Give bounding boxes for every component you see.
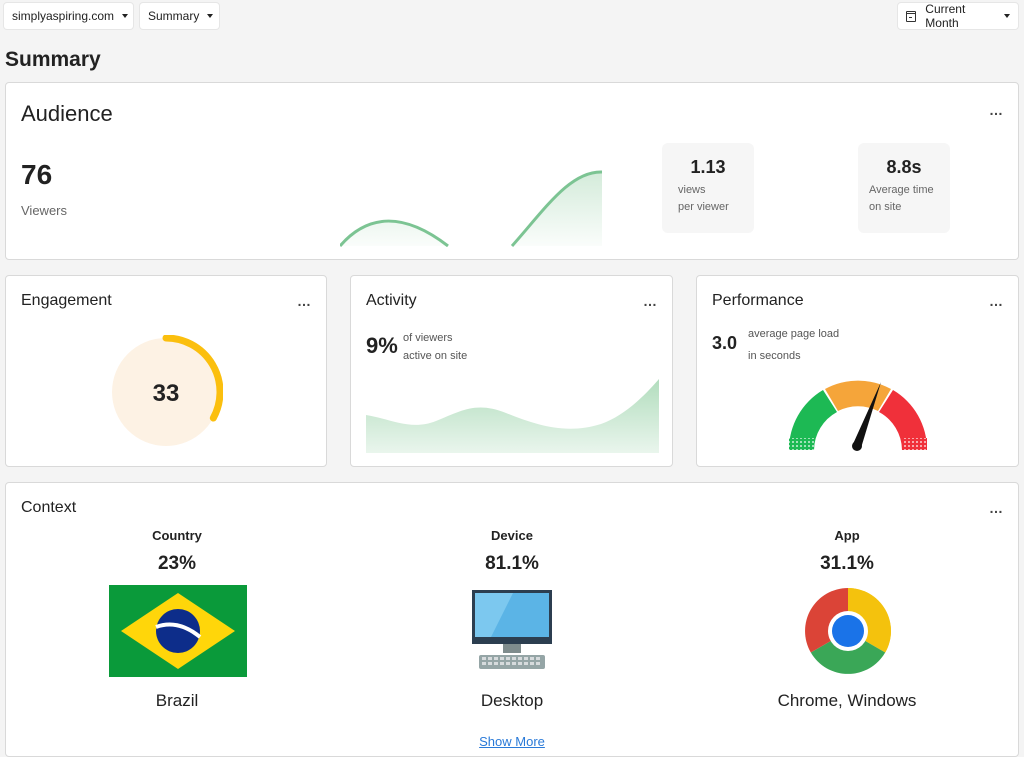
activity-card: Activity … 9% of viewers active on site [350,275,673,467]
context-title: Context [21,499,77,516]
chevron-down-icon [122,14,129,18]
chevron-down-icon [1004,14,1010,18]
views-per-viewer-box: 1.13 views per viewer [662,143,754,233]
context-app-heading: App [834,528,860,543]
context-more-button[interactable]: … [989,501,1004,515]
context-device-heading: Device [491,528,533,543]
audience-card: Audience … 76 Viewers 1.13 views per vie… [5,82,1019,260]
context-app: App 31.1% [717,528,977,577]
context-country-percent: 23% [157,553,197,574]
chrome-icon [805,588,891,674]
context-country: Country 23% [47,528,307,577]
views-per-viewer-label: views per viewer [678,182,750,216]
performance-more-button[interactable]: … [989,294,1004,308]
context-card: Context … Country 23% Brazil Device 81.1… [5,482,1019,757]
context-device: Device 81.1% [382,528,642,577]
performance-label: average page load in seconds [748,323,839,367]
audience-title: Audience [21,101,113,126]
performance-label-line2: in seconds [748,350,801,362]
activity-more-button[interactable]: … [643,294,658,308]
performance-card: Performance … 3.0 average page load in s… [696,275,1019,467]
engagement-gauge: 33 [112,335,223,446]
activity-label-line2: active on site [403,350,468,362]
activity-trend-chart [366,379,659,453]
chevron-down-icon [207,14,214,18]
performance-label-line1: average page load [748,328,840,340]
activity-percent: 9% [366,333,398,358]
period-dropdown[interactable]: Current Month [898,2,1018,30]
avg-time-label-line1: Average time [869,184,934,196]
viewers-value: 76 [21,159,53,190]
context-device-percent: 81.1% [485,553,539,574]
viewers-label: Viewers [21,203,68,218]
engagement-score: 33 [153,380,180,407]
desktop-icon [472,590,552,669]
audience-trend-chart [340,170,602,247]
engagement-card: Engagement … 33 [5,275,327,467]
site-dropdown-label: simplyaspiring.com [12,9,115,23]
activity-label-line1: of viewers [403,332,453,344]
avg-time-box: 8.8s Average time on site [858,143,950,233]
brazil-flag-icon [109,585,247,677]
context-country-heading: Country [152,528,202,543]
gauge-mid-segment [825,380,891,411]
view-dropdown-label: Summary [148,9,200,23]
show-more-link[interactable]: Show More [6,734,1018,749]
context-country-name: Brazil [155,691,199,710]
views-per-viewer-label-line1: views [678,184,706,196]
performance-gauge [788,380,928,451]
audience-more-button[interactable]: … [989,103,1004,117]
engagement-title: Engagement [21,292,112,309]
views-per-viewer-label-line2: per viewer [678,201,729,213]
avg-time-value: 8.8s [886,157,922,177]
page-title: Summary [5,48,101,71]
avg-time-label: Average time on site [869,182,946,216]
performance-value: 3.0 [712,333,738,353]
period-dropdown-label: Current Month [925,2,966,30]
context-app-name: Chrome, Windows [777,691,917,710]
calendar-icon [906,10,917,22]
context-device-name: Desktop [480,691,544,710]
avg-time-label-line2: on site [869,201,902,213]
views-per-viewer-value: 1.13 [690,157,726,177]
view-dropdown[interactable]: Summary [140,3,219,29]
activity-label: of viewers active on site [403,329,467,365]
performance-title: Performance [712,292,804,309]
engagement-more-button[interactable]: … [297,294,312,308]
context-app-percent: 31.1% [820,553,874,574]
activity-title: Activity [366,292,417,309]
site-dropdown[interactable]: simplyaspiring.com [4,3,133,29]
